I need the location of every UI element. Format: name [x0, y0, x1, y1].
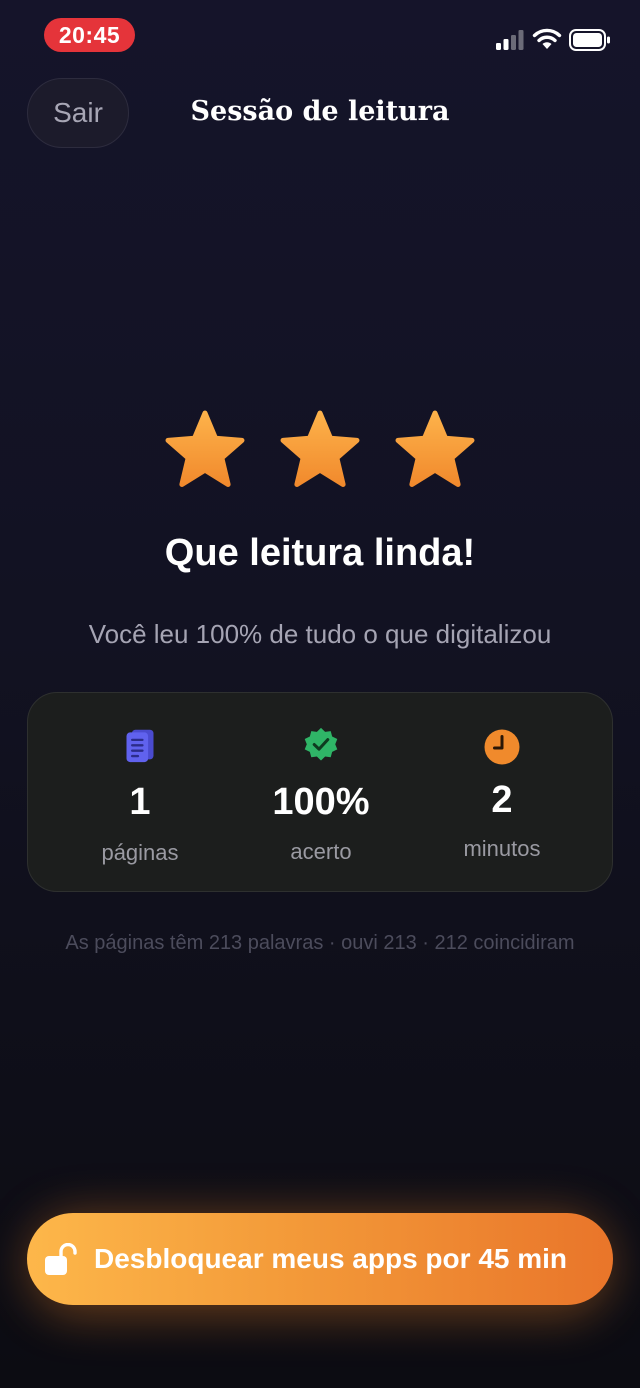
unlock-apps-button[interactable]: Desbloquear meus apps por 45 min: [27, 1213, 613, 1305]
verified-badge-icon: [304, 727, 338, 761]
status-bar: 20:45: [0, 0, 640, 70]
star-icon: [280, 410, 360, 487]
battery-icon: [569, 29, 610, 51]
stat-minutes-label: minutos: [463, 836, 541, 861]
wifi-icon: [532, 28, 562, 49]
status-time: 20:45: [44, 18, 135, 52]
star-rating: [0, 408, 640, 498]
star-icon: [165, 410, 245, 487]
star-icon: [395, 410, 475, 487]
document-icon: [126, 729, 154, 763]
result-headline: Que leitura linda!: [164, 532, 476, 574]
exit-button[interactable]: Sair: [27, 78, 129, 148]
stat-accuracy-label: acerto: [290, 839, 352, 864]
unlock-apps-label: Desbloquear meus apps por 45 min: [94, 1243, 568, 1274]
stat-minutes-value: 2: [491, 779, 513, 821]
result-subline: Você leu 100% de tudo o que digitalizou: [88, 619, 552, 649]
word-match-footnote: As páginas têm 213 palavras · ouvi 213 ·…: [65, 932, 575, 954]
stat-accuracy-value: 100%: [272, 781, 370, 823]
stat-pages-value: 1: [129, 781, 151, 823]
stat-pages-label: páginas: [101, 840, 179, 865]
page-title: Sessão de leitura: [190, 96, 450, 127]
signal-icon: [496, 30, 524, 50]
clock-icon: [484, 729, 520, 765]
stats-card: 1 páginas 100% acerto 2 minutos: [27, 692, 613, 892]
unlock-icon: [45, 1243, 77, 1275]
